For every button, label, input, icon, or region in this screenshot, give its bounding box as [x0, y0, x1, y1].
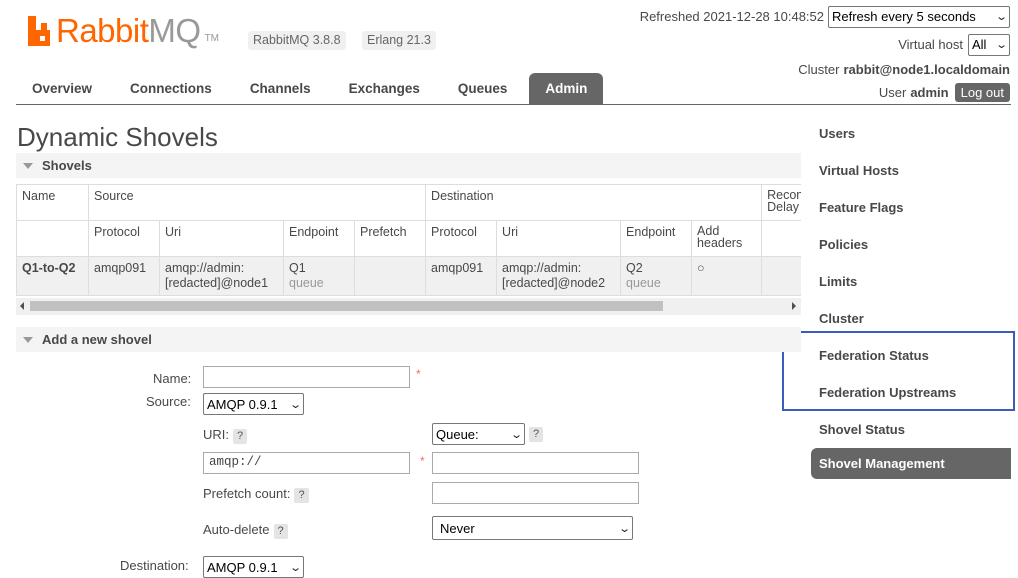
chevron-down-icon: ⌄ — [288, 398, 302, 411]
auto-delete-select[interactable]: Never ⌄ — [432, 516, 633, 540]
column-header-endpoint: Endpoint — [620, 220, 693, 257]
required-marker: * — [416, 367, 421, 381]
rabbitmq-version-badge: RabbitMQ 3.8.8 — [248, 31, 346, 50]
sidebar-item-feature-flags[interactable]: Feature Flags — [811, 189, 1011, 226]
source-protocol-cell: amqp091 — [88, 256, 160, 296]
prefetch-count-label: Prefetch count:? — [203, 486, 309, 503]
shovel-name-link[interactable]: Q1-to-Q2 — [22, 261, 75, 275]
source-protocol-select[interactable]: AMQP 0.9.1 ⌄ — [203, 393, 304, 415]
column-group-destination: Destination — [425, 184, 763, 221]
auto-delete-value: Never — [440, 520, 475, 536]
uri-label: URI:? — [203, 427, 248, 444]
uri-help-icon[interactable]: ? — [233, 429, 248, 444]
refresh-interval-select[interactable]: Refresh every 5 seconds ⌄ — [828, 5, 1010, 28]
sidebar-item-limits[interactable]: Limits — [811, 263, 1011, 300]
source-prefetch-cell — [353, 256, 427, 296]
column-header-name: Name — [16, 184, 89, 221]
shovels-table-viewport: Name Source Destination Reconnect Delay … — [16, 184, 801, 296]
virtual-host-label: Virtual host — [898, 37, 963, 52]
column-group-source: Source — [87, 184, 427, 221]
scroll-right-arrow-icon[interactable] — [792, 302, 796, 310]
destination-protocol-select[interactable]: AMQP 0.9.1 ⌄ — [203, 556, 304, 578]
shovels-section-title: Shovels — [42, 158, 92, 173]
add-shovel-section-header[interactable]: Add a new shovel — [16, 327, 801, 352]
refresh-interval-value: Refresh every 5 seconds — [832, 9, 976, 24]
sidebar-item-users[interactable]: Users — [811, 115, 1011, 152]
chevron-down-icon: ⌄ — [288, 561, 302, 574]
collapse-triangle-icon — [23, 162, 33, 169]
chevron-down-icon: ⌄ — [509, 428, 523, 441]
tab-admin[interactable]: Admin — [529, 73, 604, 104]
erlang-version-badge: Erlang 21.3 — [362, 31, 436, 50]
endpoint-help-icon[interactable]: ? — [529, 427, 544, 442]
logo-text: RabbitMQ — [56, 12, 201, 49]
sidebar-item-shovel-management[interactable]: Shovel Management — [811, 448, 1011, 479]
chevron-down-icon: ⌄ — [994, 39, 1008, 51]
column-header-uri: Uri — [496, 220, 622, 257]
tab-exchanges[interactable]: Exchanges — [327, 81, 436, 104]
refreshed-timestamp: Refreshed 2021-12-28 10:48:52 — [639, 9, 824, 24]
sidebar-item-virtual-hosts[interactable]: Virtual Hosts — [811, 152, 1011, 189]
column-header-prefetch: Prefetch — [353, 220, 427, 257]
name-input[interactable] — [203, 366, 410, 388]
destination-label: Destination: — [120, 558, 189, 573]
table-horizontal-scrollbar[interactable] — [16, 298, 801, 315]
scrollbar-thumb[interactable] — [30, 301, 663, 311]
add-shovel-section-title: Add a new shovel — [42, 332, 152, 347]
add-headers-cell: ○ — [691, 256, 763, 296]
name-label: Name: — [153, 371, 192, 386]
column-header-endpoint: Endpoint — [283, 220, 355, 257]
chevron-down-icon: ⌄ — [994, 11, 1008, 23]
highlight-box — [782, 331, 1015, 411]
column-header-uri: Uri — [159, 220, 284, 257]
column-header-protocol: Protocol — [88, 220, 160, 257]
table-row[interactable]: Q1-to-Q2 amqp091 amqp://admin: [redacted]… — [16, 256, 801, 296]
required-marker: * — [420, 454, 425, 468]
endpoint-type-value: Queue: — [436, 426, 479, 442]
destination-protocol-value: AMQP 0.9.1 — [207, 559, 278, 575]
destination-endpoint-cell: Q2 queue — [620, 256, 693, 296]
uri-input[interactable]: amqp:// — [203, 452, 410, 474]
destination-uri-cell: amqp://admin: [redacted]@node2 — [496, 256, 622, 296]
source-endpoint-cell: Q1 queue — [283, 256, 355, 296]
virtual-host-value: All — [972, 37, 987, 52]
source-protocol-value: AMQP 0.9.1 — [207, 396, 278, 412]
reconnect-delay-cell — [761, 256, 801, 296]
endpoint-type-select[interactable]: Queue: ⌄ — [432, 423, 525, 445]
logo-trademark: TM — [204, 32, 220, 44]
admin-sidebar: Users Virtual Hosts Feature Flags Polici… — [811, 115, 1011, 479]
chevron-down-icon: ⌄ — [617, 522, 631, 535]
sidebar-item-policies[interactable]: Policies — [811, 226, 1011, 263]
auto-delete-label: Auto-delete? — [203, 522, 288, 539]
rabbitmq-logo: RabbitMQ TM — [28, 14, 219, 48]
scroll-left-arrow-icon[interactable] — [20, 302, 24, 310]
source-uri-cell: amqp://admin: [redacted]@node1 — [159, 256, 284, 296]
page-title: Dynamic Shovels — [17, 122, 218, 152]
column-group-reconnect-delay: Reconnect Delay — [761, 184, 801, 221]
rabbitmq-logo-icon — [28, 16, 50, 46]
prefetch-count-input[interactable] — [432, 482, 639, 504]
tab-connections[interactable]: Connections — [108, 81, 228, 104]
tab-overview[interactable]: Overview — [16, 81, 108, 104]
tab-channels[interactable]: Channels — [228, 81, 327, 104]
prefetch-help-icon[interactable]: ? — [294, 488, 309, 503]
shovels-table: Name Source Destination Reconnect Delay … — [16, 184, 801, 296]
shovels-section-header[interactable]: Shovels — [16, 153, 801, 178]
destination-protocol-cell: amqp091 — [425, 256, 498, 296]
collapse-triangle-icon — [23, 336, 33, 343]
endpoint-name-input[interactable] — [432, 452, 639, 474]
sidebar-item-shovel-status[interactable]: Shovel Status — [811, 411, 1011, 448]
column-header-add-headers: Add headers — [691, 220, 763, 257]
auto-delete-help-icon[interactable]: ? — [273, 524, 288, 539]
virtual-host-select[interactable]: All ⌄ — [968, 33, 1010, 56]
tab-queues[interactable]: Queues — [436, 81, 524, 104]
main-nav-tabs: Overview Connections Channels Exchanges … — [16, 72, 1011, 105]
column-header-protocol: Protocol — [425, 220, 498, 257]
source-label: Source: — [146, 394, 191, 409]
